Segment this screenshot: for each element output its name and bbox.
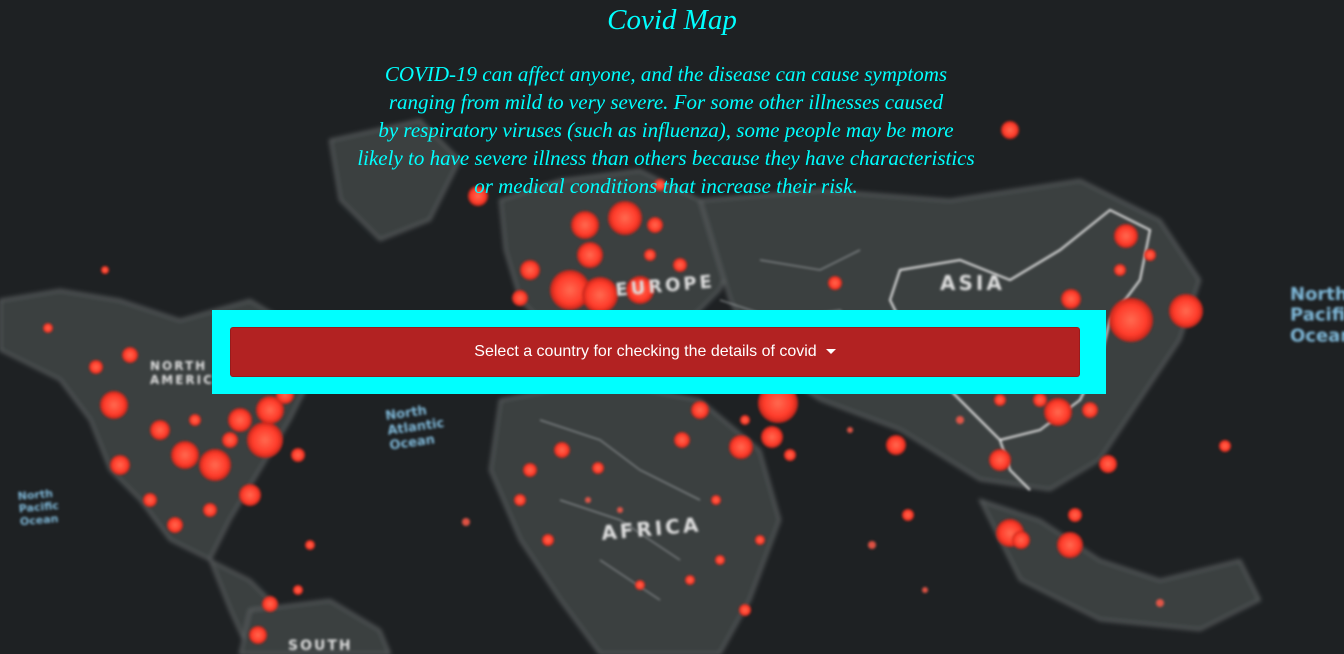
- description-line: likely to have severe illness than other…: [357, 146, 975, 170]
- description-line: ranging from mild to very severe. For so…: [388, 90, 944, 114]
- description-line: by respiratory viruses (such as influenz…: [378, 118, 954, 142]
- map-label-north-pacific-right: NorthPacificOcean: [1290, 284, 1344, 346]
- description-line: or medical conditions that increase thei…: [474, 174, 858, 198]
- description-line: COVID-19 can affect anyone, and the dise…: [384, 62, 948, 86]
- page-description: COVID-19 can affect anyone, and the dise…: [304, 60, 1028, 200]
- country-dropdown-label: Select a country for checking the detail…: [474, 343, 817, 360]
- map-label-asia: ASIA: [940, 271, 1005, 295]
- page-title: Covid Map: [607, 4, 737, 36]
- map-label-south: SOUTH: [288, 638, 353, 654]
- caret-down-icon: [825, 348, 836, 354]
- country-dropdown-button[interactable]: Select a country for checking the detail…: [230, 327, 1080, 377]
- country-selector-panel: Select a country for checking the detail…: [212, 310, 1106, 394]
